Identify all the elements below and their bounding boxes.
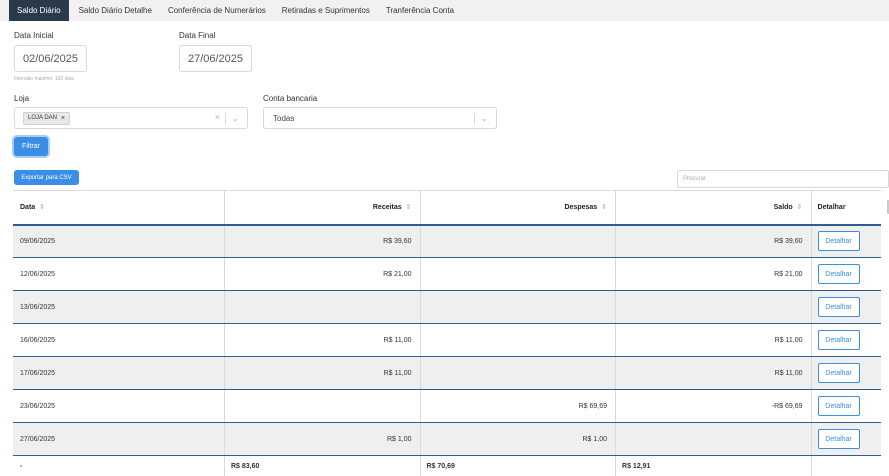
detail-button[interactable]: Detalhar xyxy=(817,330,860,350)
header-balance-label: Saldo xyxy=(773,204,793,212)
cell-detail: Detalhar xyxy=(810,422,881,456)
header-detail: Detalhar xyxy=(810,190,881,226)
footer-balance-total: R$ 12,91 xyxy=(615,455,812,476)
sort-icon[interactable]: ⇕ xyxy=(797,204,803,211)
store-select[interactable]: LOJA DAN × × ⌄ xyxy=(14,107,248,129)
tab-saldo-diario-detalhe[interactable]: Saldo Diário Detalhe xyxy=(69,0,160,21)
cell-date: 23/06/2025 xyxy=(13,389,225,423)
detail-button[interactable]: Detalhar xyxy=(817,264,860,284)
tab-retiradas-suprimentos[interactable]: Retiradas e Suprimentos xyxy=(274,0,378,21)
start-date-label: Data Inicial xyxy=(14,31,54,40)
sort-icon[interactable]: ⇕ xyxy=(39,204,45,211)
daily-balance-table: Data ⇕ Receitas ⇕ Despesas ⇕ Saldo ⇕ Det… xyxy=(13,190,881,476)
cell-date: 09/06/2025 xyxy=(13,224,225,258)
sort-icon[interactable]: ⇕ xyxy=(406,204,412,211)
clear-icon[interactable]: × xyxy=(215,112,220,122)
cell-date: 17/06/2025 xyxy=(13,356,225,390)
header-revenue-label: Receitas xyxy=(372,204,402,212)
footer-date: - xyxy=(13,455,225,476)
cell-balance: -R$ 69,69 xyxy=(615,389,812,423)
footer-detail xyxy=(810,455,881,476)
account-select[interactable]: Todas ⌄ xyxy=(263,107,497,129)
cell-revenue: R$ 39,60 xyxy=(223,224,420,258)
table-row: 27/06/2025 R$ 1,00 R$ 1,00 Detalhar xyxy=(13,422,881,456)
cell-expenses xyxy=(419,257,616,291)
select-separator xyxy=(225,113,226,125)
detail-button[interactable]: Detalhar xyxy=(817,231,860,252)
cell-detail: Detalhar xyxy=(810,290,881,324)
account-label: Conta bancaria xyxy=(263,94,318,103)
cell-detail: Detalhar xyxy=(810,257,881,291)
header-date-label: Data xyxy=(20,204,36,212)
header-balance[interactable]: Saldo ⇕ xyxy=(615,190,812,226)
header-date[interactable]: Data ⇕ xyxy=(13,190,225,226)
chevron-down-icon[interactable]: ⌄ xyxy=(481,114,488,123)
cell-expenses: R$ 69,69 xyxy=(419,389,616,423)
tab-conferencia-numerarios[interactable]: Conferência de Numerários xyxy=(160,0,274,21)
cell-revenue: R$ 21,00 xyxy=(223,257,420,291)
cell-date: 27/06/2025 xyxy=(13,422,225,456)
header-expenses[interactable]: Despesas ⇕ xyxy=(419,190,616,226)
end-date-label: Data Final xyxy=(179,31,216,40)
store-chip: LOJA DAN × xyxy=(23,111,71,125)
table-row: 13/06/2025 Detalhar xyxy=(13,290,881,324)
start-date-input[interactable]: 02/06/2025 xyxy=(14,45,87,72)
detail-button[interactable]: Detalhar xyxy=(817,396,860,416)
detail-button[interactable]: Detalhar xyxy=(817,297,860,317)
chip-remove-icon[interactable]: × xyxy=(61,115,65,122)
table-row: 23/06/2025 R$ 69,69 -R$ 69,69 Detalhar xyxy=(13,389,881,423)
cell-balance: R$ 21,00 xyxy=(615,257,812,291)
interval-hint: Intervalo máximo: 120 dias xyxy=(14,76,74,82)
cell-detail: Detalhar xyxy=(810,323,881,357)
cell-detail: Detalhar xyxy=(810,224,881,258)
cell-expenses xyxy=(419,323,616,357)
cell-detail: Detalhar xyxy=(810,356,881,390)
table-row: 12/06/2025 R$ 21,00 R$ 21,00 Detalhar xyxy=(13,257,881,291)
tab-transferencia-conta[interactable]: Tranferência Conta xyxy=(378,0,462,21)
cell-balance: R$ 11,00 xyxy=(615,323,812,357)
cell-expenses xyxy=(419,356,616,390)
detail-button[interactable]: Detalhar xyxy=(817,363,860,383)
cell-revenue: R$ 11,00 xyxy=(223,356,420,390)
cell-date: 13/06/2025 xyxy=(13,290,225,324)
detail-button[interactable]: Detalhar xyxy=(817,429,860,449)
cell-expenses xyxy=(419,290,616,324)
filter-button[interactable]: Filtrar xyxy=(14,137,48,156)
select-separator xyxy=(474,113,475,125)
cell-expenses: R$ 1,00 xyxy=(419,422,616,456)
cell-revenue: R$ 11,00 xyxy=(223,323,420,357)
cell-balance xyxy=(615,290,812,324)
export-csv-button[interactable]: Exportar para CSV xyxy=(14,170,79,185)
footer-revenue-total: R$ 83,60 xyxy=(223,455,420,476)
cell-balance: R$ 11,00 xyxy=(615,356,812,390)
table-footer-row: - R$ 83,60 R$ 70,69 R$ 12,91 xyxy=(13,455,881,476)
sort-icon[interactable]: ⇕ xyxy=(601,204,607,211)
cell-date: 16/06/2025 xyxy=(13,323,225,357)
search-input[interactable]: Procurar xyxy=(677,170,889,188)
store-label: Loja xyxy=(14,94,30,103)
header-revenue[interactable]: Receitas ⇕ xyxy=(223,190,420,226)
cell-balance: R$ 39,60 xyxy=(615,224,812,258)
tab-saldo-diario[interactable]: Saldo Diário xyxy=(9,0,69,21)
end-date-input[interactable]: 27/06/2025 xyxy=(179,45,252,72)
cell-date: 12/06/2025 xyxy=(13,257,225,291)
cell-revenue: R$ 1,00 xyxy=(223,422,420,456)
cell-balance xyxy=(615,422,812,456)
table-row: 17/06/2025 R$ 11,00 R$ 11,00 Detalhar xyxy=(13,356,881,390)
store-chip-label: LOJA DAN xyxy=(28,115,58,121)
table-row: 16/06/2025 R$ 11,00 R$ 11,00 Detalhar xyxy=(13,323,881,357)
cell-expenses xyxy=(419,224,616,258)
cell-revenue xyxy=(223,389,420,423)
cell-revenue xyxy=(223,290,420,324)
table-header-row: Data ⇕ Receitas ⇕ Despesas ⇕ Saldo ⇕ Det… xyxy=(13,190,881,226)
account-select-value: Todas xyxy=(273,113,295,123)
cell-detail: Detalhar xyxy=(810,389,881,423)
header-expenses-label: Despesas xyxy=(564,204,598,212)
table-row: 09/06/2025 R$ 39,60 R$ 39,60 Detalhar xyxy=(13,224,881,258)
tab-bar: Saldo Diário Saldo Diário Detalhe Confer… xyxy=(0,0,889,21)
footer-expenses-total: R$ 70,69 xyxy=(419,455,616,476)
chevron-down-icon[interactable]: ⌄ xyxy=(232,114,239,123)
